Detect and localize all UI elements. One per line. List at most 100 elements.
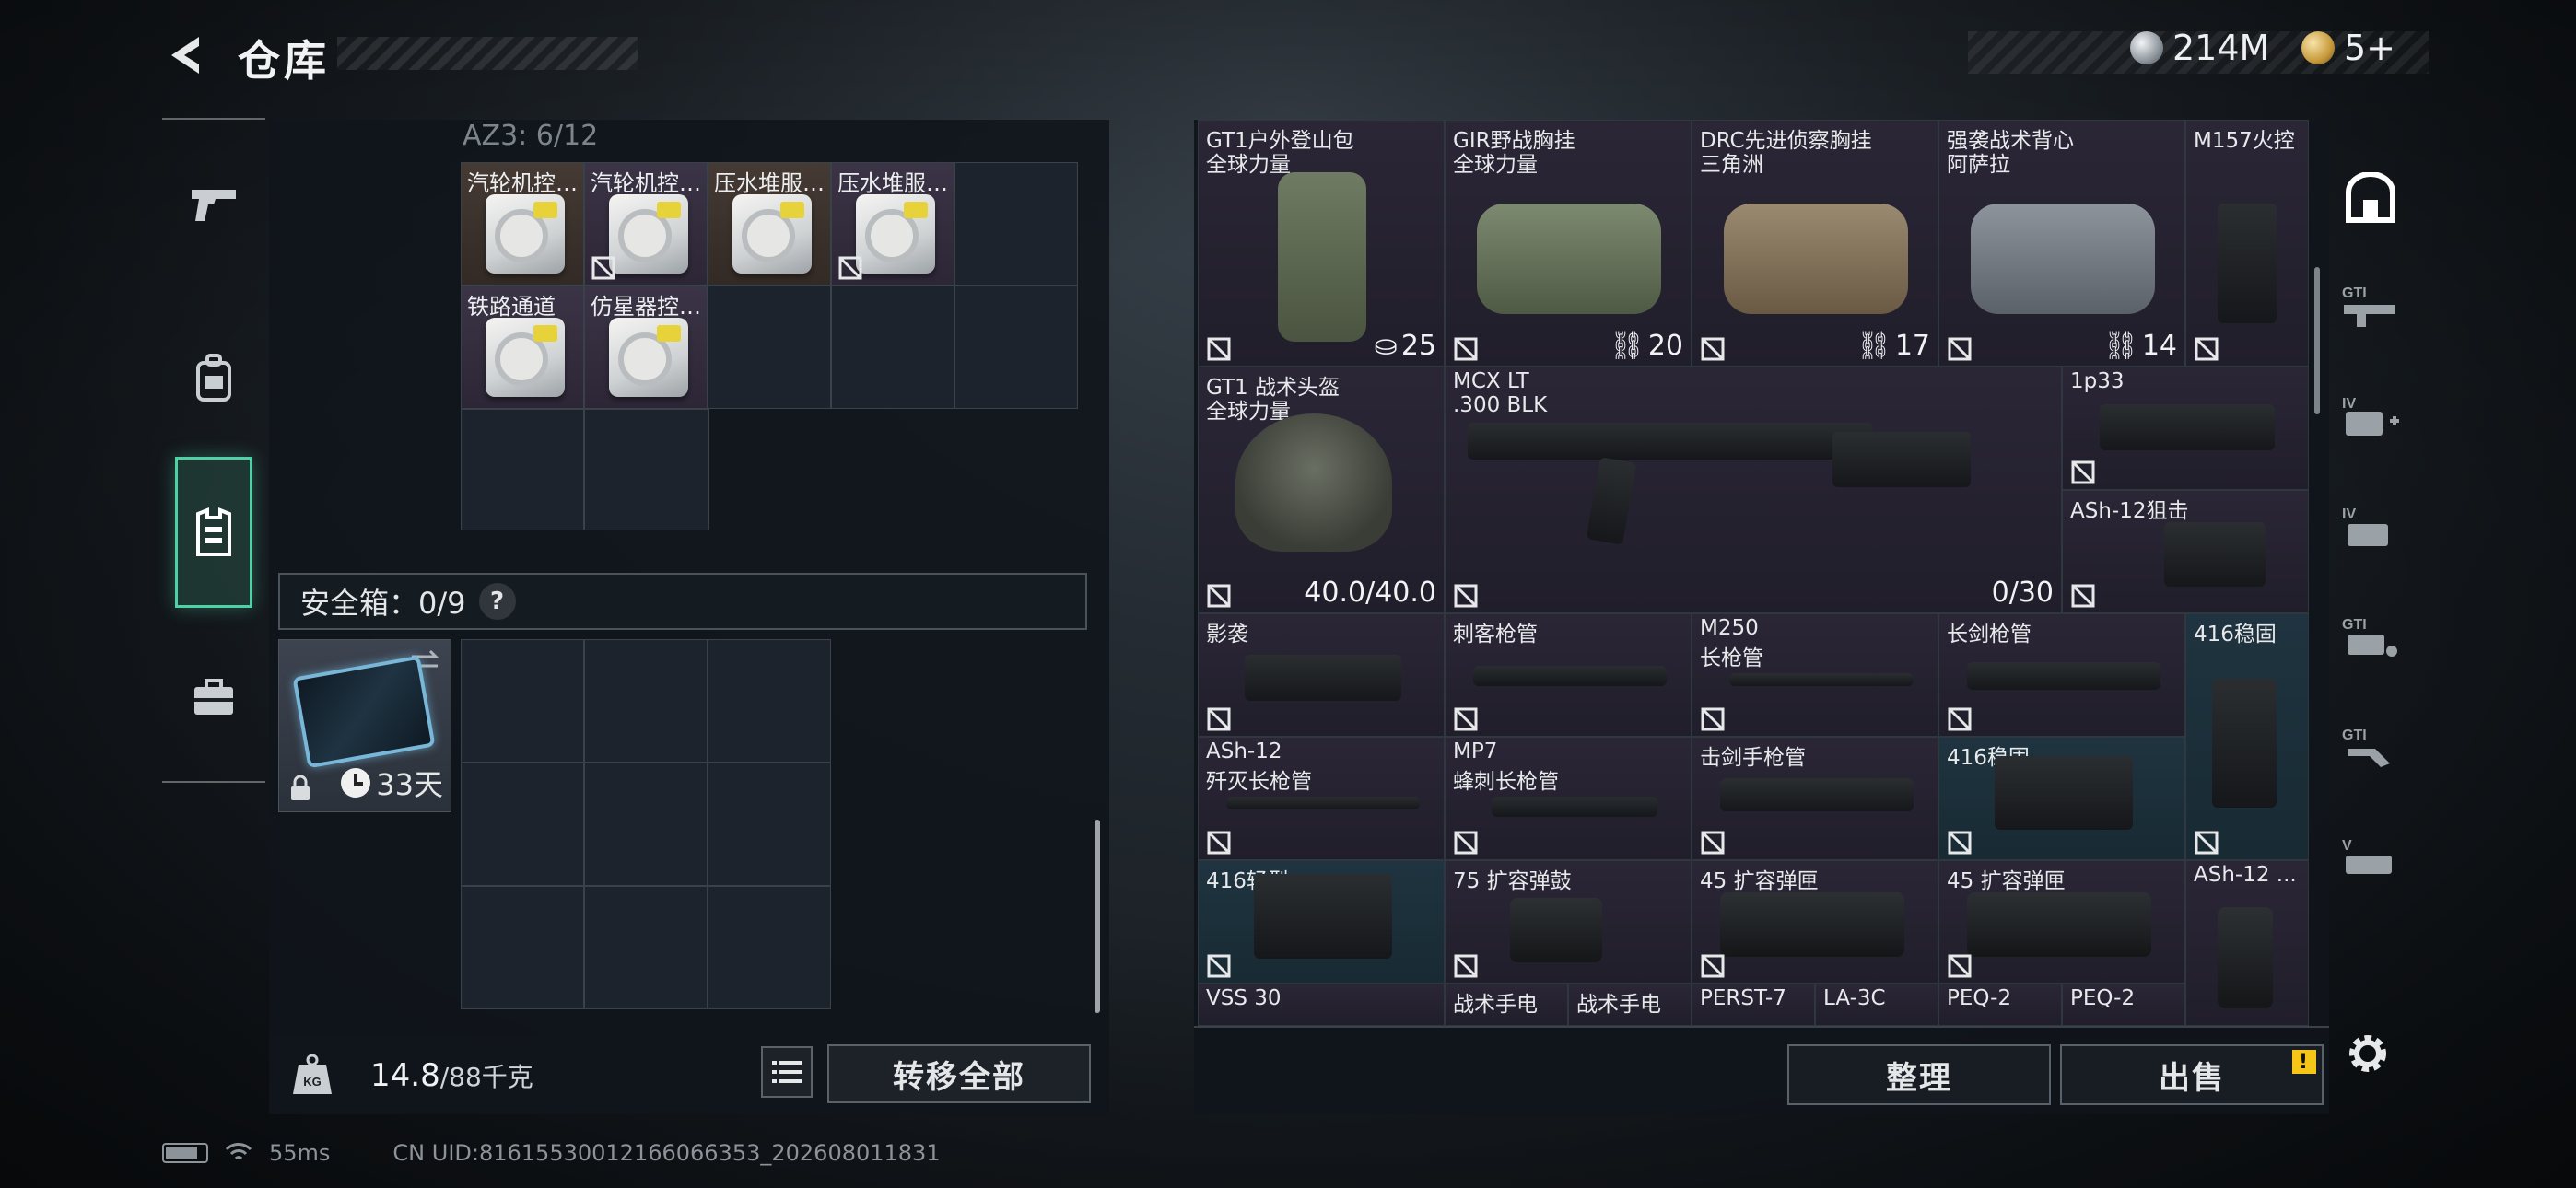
no-trade-icon xyxy=(1454,831,1478,855)
inventory-item[interactable]: MCX LT .300 BLK 0/30 xyxy=(1445,367,2062,613)
inventory-item[interactable]: 1p33 xyxy=(2062,367,2309,490)
storage-slot-empty[interactable] xyxy=(954,162,1078,285)
helmet-image xyxy=(1235,413,1392,552)
inventory-item[interactable]: ASh-12狙击 xyxy=(2062,490,2309,613)
case-icon xyxy=(194,679,233,715)
filter-iv-medkit[interactable]: IV xyxy=(2329,374,2412,457)
item-name: ASh-12 ... xyxy=(2194,863,2297,887)
inventory-scrollbar[interactable] xyxy=(2314,267,2320,414)
right-filter-rail: GTI IV IV GTI GTI V xyxy=(2329,147,2412,1013)
filter-v-misc[interactable]: V xyxy=(2329,816,2412,899)
storage-slot-empty[interactable] xyxy=(954,285,1078,409)
rail-item-pistol[interactable] xyxy=(162,149,265,260)
inventory-item[interactable]: GT1 战术头盔 全球力量 40.0/40.0 xyxy=(1198,367,1445,613)
inventory-item[interactable]: 416稳固 xyxy=(1938,737,2185,860)
item-name: 416稳固 xyxy=(2194,623,2277,646)
safe-slot-empty[interactable] xyxy=(461,886,584,1009)
gold-currency[interactable]: 5+ xyxy=(2301,28,2395,68)
transfer-all-button[interactable]: 转移全部 xyxy=(827,1044,1091,1103)
no-trade-icon xyxy=(1207,707,1231,731)
item-stat-value: 25 xyxy=(1400,330,1436,362)
item-stat-value: 17 xyxy=(1894,330,1930,362)
inventory-item[interactable]: 416轻型 xyxy=(1198,860,1445,984)
chest-rig-image xyxy=(1724,204,1908,314)
inventory-item[interactable]: LA-3C xyxy=(1815,984,1938,1026)
inventory-item[interactable]: ASh-12 歼灭长枪管 xyxy=(1198,737,1445,860)
scope-image xyxy=(2100,404,2275,450)
storage-scrollbar[interactable] xyxy=(1095,820,1100,1013)
inventory-item[interactable]: 刺客枪管 xyxy=(1445,613,1692,737)
inventory-item[interactable]: 长剑枪管 xyxy=(1938,613,2185,737)
filter-iv-ammo[interactable]: IV xyxy=(2329,484,2412,567)
inventory-item[interactable]: 45 扩容弹匣 xyxy=(1938,860,2185,984)
storage-item[interactable]: 压水堆服… xyxy=(708,162,831,285)
filter-all-containers[interactable] xyxy=(2329,157,2412,239)
safe-box-image xyxy=(292,655,436,769)
inventory-item[interactable]: 45 扩容弹匣 xyxy=(1692,860,1938,984)
storage-slot-empty[interactable] xyxy=(461,409,584,530)
filter-gti-rifle[interactable]: GTI xyxy=(2329,263,2412,346)
safe-slot-empty[interactable] xyxy=(708,886,831,1009)
organize-button[interactable]: 整理 xyxy=(1787,1044,2051,1105)
rail-item-backpack[interactable] xyxy=(162,322,265,433)
safe-slot-empty[interactable] xyxy=(584,886,708,1009)
inventory-item[interactable]: M250 长枪管 xyxy=(1692,613,1938,737)
safe-slot-empty[interactable] xyxy=(461,763,584,886)
inventory-item[interactable]: MP7 蜂刺长枪管 xyxy=(1445,737,1692,860)
no-trade-icon xyxy=(1701,954,1725,978)
settings-gear-icon[interactable] xyxy=(2340,1026,2395,1081)
filter-gti-device[interactable]: GTI xyxy=(2329,595,2412,678)
safe-slot-empty[interactable] xyxy=(461,639,584,763)
item-name: PERST-7 xyxy=(1700,986,1786,1010)
inventory-item[interactable]: 战术手电 xyxy=(1568,984,1692,1026)
inventory-item[interactable]: GIR野战胸挂 全球力量 ⛓ 20 xyxy=(1445,120,1692,367)
inventory-item[interactable]: GT1户外登山包 全球力量 ⛀ 25 xyxy=(1198,120,1445,367)
svg-text:GTI: GTI xyxy=(2342,728,2367,743)
inventory-item[interactable]: VSS 30 xyxy=(1198,984,1445,1026)
storage-slot-empty[interactable] xyxy=(584,409,709,530)
page-title: 仓库 xyxy=(238,36,330,86)
storage-item[interactable]: 汽轮机控… xyxy=(584,162,708,285)
inventory-item[interactable]: 75 扩容弹鼓 xyxy=(1445,860,1692,984)
safe-slot-empty[interactable] xyxy=(584,639,708,763)
inventory-item[interactable]: ASh-12 ... xyxy=(2185,860,2309,1026)
inventory-item[interactable]: PERST-7 xyxy=(1692,984,1815,1026)
inventory-item[interactable]: 强袭战术背心 阿萨拉 ⛓ 14 xyxy=(1938,120,2185,367)
back-arrow-icon[interactable] xyxy=(162,31,210,79)
storage-item[interactable]: 汽轮机控… xyxy=(461,162,584,285)
safe-slot-empty[interactable] xyxy=(708,639,831,763)
no-trade-icon xyxy=(1454,584,1478,608)
v-misc-icon: V xyxy=(2342,838,2392,874)
list-view-button[interactable] xyxy=(761,1046,813,1098)
filter-gti-tool[interactable]: GTI xyxy=(2329,705,2412,788)
storage-slot-empty[interactable] xyxy=(831,285,954,409)
help-icon[interactable]: ? xyxy=(478,583,516,620)
sell-button[interactable]: 出售 ! xyxy=(2060,1044,2324,1105)
storage-slot-empty[interactable] xyxy=(708,285,831,409)
storage-item[interactable]: 仿星器控… xyxy=(584,285,708,409)
item-name: PEQ-2 xyxy=(1947,986,2012,1010)
safe-slot-empty[interactable] xyxy=(708,763,831,886)
safe-slot-empty[interactable] xyxy=(584,763,708,886)
no-trade-icon xyxy=(2071,460,2095,484)
no-trade-icon xyxy=(2195,831,2219,855)
silver-currency[interactable]: 214M xyxy=(2130,28,2269,68)
inventory-item[interactable]: PEQ-2 xyxy=(1938,984,2062,1026)
rail-item-vest[interactable] xyxy=(175,457,252,608)
storage-item[interactable]: 铁路通道 xyxy=(461,285,584,409)
inventory-item[interactable]: 影袭 xyxy=(1198,613,1445,737)
item-subname: 全球力量 xyxy=(1453,153,1538,177)
control-module-icon xyxy=(486,194,565,274)
inventory-item[interactable]: DRC先进侦察胸挂 三角洲 ⛓ 17 xyxy=(1692,120,1938,367)
weight-current: 14.8 xyxy=(370,1057,440,1094)
inventory-item[interactable]: 416稳固 xyxy=(2185,613,2309,860)
item-stat-value: 20 xyxy=(1647,330,1683,362)
inventory-item[interactable]: M157火控 xyxy=(2185,120,2309,367)
inventory-item[interactable]: 击剑手枪管 xyxy=(1692,737,1938,860)
safe-box-card[interactable]: 33天 xyxy=(278,639,451,812)
inventory-item[interactable]: PEQ-2 xyxy=(2062,984,2185,1026)
storage-item[interactable]: 压水堆服… xyxy=(831,162,954,285)
rail-item-case[interactable] xyxy=(162,643,265,753)
inventory-item[interactable]: 战术手电 xyxy=(1445,984,1568,1026)
item-name: ASh-12 xyxy=(1206,740,1282,763)
